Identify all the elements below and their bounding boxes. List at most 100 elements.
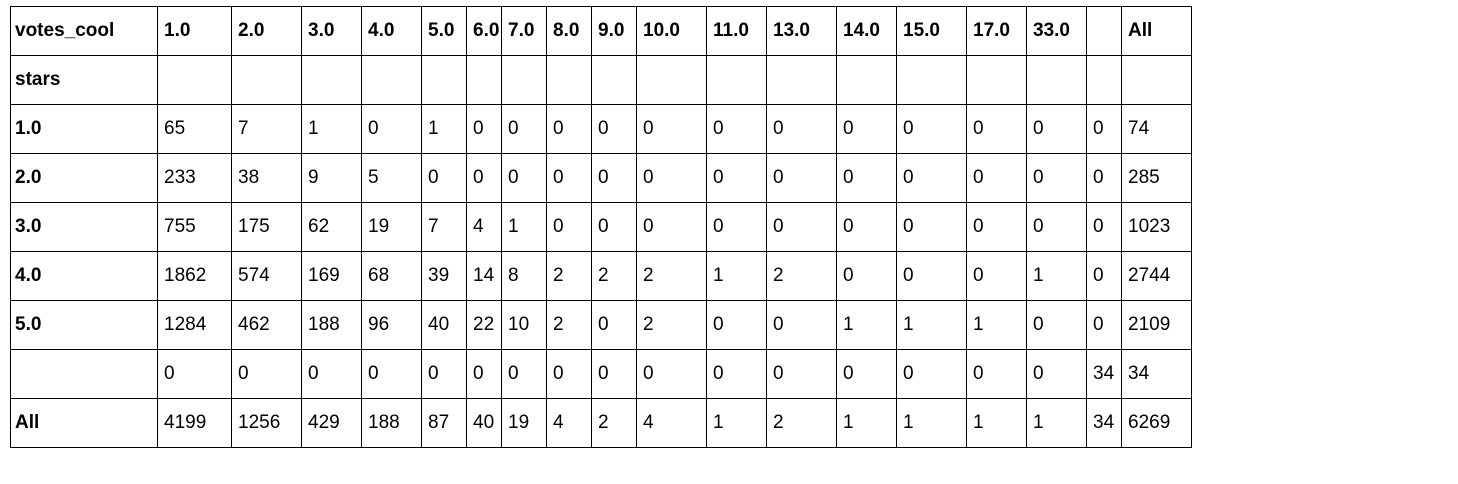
empty-header-cell [466,55,502,105]
empty-header-cell [1026,55,1087,105]
table-cell: 0 [966,104,1027,154]
table-cell: 0 [591,153,637,203]
column-header: 7.0 [501,6,547,56]
table-cell: 2 [546,300,592,350]
table-cell: 2 [766,251,837,301]
empty-header-cell [231,55,302,105]
table-cell: 6269 [1121,398,1192,448]
empty-header-cell [1086,55,1122,105]
table-cell: 175 [231,202,302,252]
table-cell: 1 [501,202,547,252]
table-cell: 1256 [231,398,302,448]
table-cell: 574 [231,251,302,301]
table-cell: 4 [546,398,592,448]
table-cell: 0 [421,349,467,399]
table-cell: 0 [706,104,767,154]
table-cell: 0 [591,300,637,350]
row-header: 3.0 [10,202,158,252]
table-cell: 2 [766,398,837,448]
table-cell: 10 [501,300,547,350]
table-row: 2.0 233 38 9 5 0 0 0 0 0 0 0 0 0 0 0 0 0 285 [10,153,1192,203]
table-cell: 0 [836,153,897,203]
table-cell: 74 [1121,104,1192,154]
table-cell: 2 [591,398,637,448]
empty-header-cell [361,55,422,105]
table-row: 0 0 0 0 0 0 0 0 0 0 0 0 0 0 0 0 34 34 [10,349,1192,399]
table-cell: 0 [361,104,422,154]
table-cell: 755 [157,202,232,252]
table-row: 3.0 755 175 62 19 7 4 1 0 0 0 0 0 0 0 0 0 0 1023 [10,202,1192,252]
column-header: 14.0 [836,6,897,56]
table-cell: 0 [1086,104,1122,154]
column-header: 33.0 [1026,6,1087,56]
table-cell: 0 [636,349,707,399]
empty-header-cell [421,55,467,105]
crosstab-table: votes_cool 1.0 2.0 3.0 4.0 5.0 6.0 7.0 8… [10,6,1192,448]
table-cell: 0 [706,300,767,350]
row-header [10,349,158,399]
table-cell: 0 [501,153,547,203]
empty-header-cell [766,55,837,105]
table-cell: 2 [591,251,637,301]
table-cell: 0 [546,202,592,252]
table-cell: 19 [501,398,547,448]
table-cell: 0 [896,202,967,252]
column-header: 2.0 [231,6,302,56]
table-cell: 285 [1121,153,1192,203]
table-cell: 1 [421,104,467,154]
table-cell: 0 [1086,251,1122,301]
table-cell: 1 [301,104,362,154]
empty-header-cell [836,55,897,105]
table-cell: 38 [231,153,302,203]
table-cell: 462 [231,300,302,350]
table-cell: 19 [361,202,422,252]
table-cell: 2 [546,251,592,301]
table-cell: 1 [706,398,767,448]
table-cell: 0 [636,153,707,203]
table-cell: 0 [896,349,967,399]
column-header [1086,6,1122,56]
row-header: 5.0 [10,300,158,350]
table-cell: 1 [1026,251,1087,301]
table-cell: 1 [966,300,1027,350]
row-header: All [10,398,158,448]
row-axis-header-row: stars [10,55,1192,105]
column-header: 9.0 [591,6,637,56]
table-cell: 1 [1026,398,1087,448]
column-header: 10.0 [636,6,707,56]
empty-header-cell [966,55,1027,105]
table-cell: 0 [896,251,967,301]
table-cell: 0 [836,104,897,154]
table-cell: 4 [636,398,707,448]
table-cell: 0 [466,104,502,154]
table-row: 4.0 1862 574 169 68 39 14 8 2 2 2 1 2 0 0 0 1 0 2744 [10,251,1192,301]
empty-header-cell [636,55,707,105]
table-row: All 4199 1256 429 188 87 40 19 4 2 4 1 2 1 1 1 1 34 6269 [10,398,1192,448]
table-cell: 233 [157,153,232,203]
table-cell: 0 [766,300,837,350]
column-header: 5.0 [421,6,467,56]
table-cell: 1 [836,398,897,448]
column-header: All [1121,6,1192,56]
table-cell: 0 [966,202,1027,252]
table-cell: 40 [421,300,467,350]
table-cell: 0 [231,349,302,399]
table-cell: 0 [301,349,362,399]
table-cell: 0 [636,104,707,154]
table-cell: 0 [836,202,897,252]
column-header: 15.0 [896,6,967,56]
table-cell: 0 [546,349,592,399]
empty-header-cell [896,55,967,105]
table-cell: 1 [836,300,897,350]
row-axis-label: stars [10,55,158,105]
table-row: 5.0 1284 462 188 96 40 22 10 2 0 2 0 0 1 1 1 0 0 2109 [10,300,1192,350]
table-cell: 0 [966,349,1027,399]
table-cell: 0 [1086,300,1122,350]
table-cell: 188 [361,398,422,448]
column-axis-label: votes_cool [10,6,158,56]
table-cell: 0 [1026,104,1087,154]
table-cell: 7 [231,104,302,154]
table-cell: 0 [1026,300,1087,350]
table-cell: 0 [1026,349,1087,399]
table-cell: 0 [966,251,1027,301]
